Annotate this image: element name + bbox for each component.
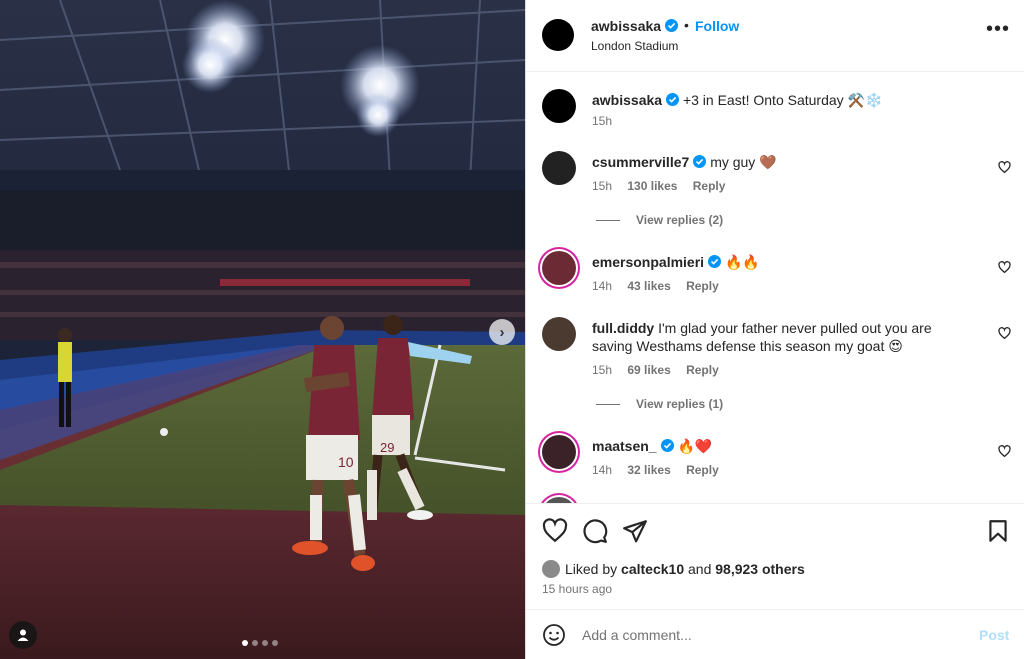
next-image-button[interactable]: › — [489, 319, 515, 345]
post-timestamp[interactable]: 15 hours ago — [542, 582, 612, 596]
reply-button[interactable]: Reply — [686, 363, 719, 377]
comment-likes[interactable]: 69 likes — [627, 363, 670, 377]
post-media[interactable]: 29 10 › — [0, 0, 525, 659]
comment-time: 15h — [592, 179, 613, 193]
view-replies-label: View replies (1) — [636, 397, 724, 411]
heart-icon[interactable] — [998, 445, 1011, 458]
user-tag-button[interactable] — [9, 621, 37, 649]
caption-username[interactable]: awbissaka — [592, 92, 662, 108]
author-avatar[interactable] — [542, 89, 576, 123]
post-comment-button[interactable]: Post — [979, 627, 1009, 643]
liker-username[interactable]: calteck10 — [621, 561, 684, 577]
comments-list[interactable]: awbissaka +3 in East! Onto Saturday ⚒️❄️… — [526, 73, 1024, 503]
commenter-avatar[interactable] — [542, 435, 576, 469]
comment-time: 14h — [592, 463, 613, 477]
caption-body: +3 in East! Onto Saturday ⚒️❄️ — [682, 92, 883, 108]
follow-button[interactable]: Follow — [695, 18, 739, 34]
more-options-icon[interactable]: ••• — [986, 19, 1010, 39]
carousel-dot — [272, 640, 278, 646]
comment-icon[interactable] — [582, 518, 608, 544]
liker-avatar[interactable] — [542, 560, 560, 578]
user-tag-icon — [17, 629, 29, 641]
svg-text:10: 10 — [338, 454, 354, 470]
view-replies-label: View replies (2) — [636, 213, 724, 227]
comment-input[interactable] — [582, 624, 962, 646]
verified-icon — [660, 439, 674, 452]
comment-time: 15h — [592, 363, 613, 377]
commenter-avatar[interactable] — [542, 251, 576, 285]
comment-text: full.diddy I'm glad your father never pu… — [592, 319, 972, 355]
comment-text: csummerville7 my guy 🤎 — [592, 153, 972, 171]
post-actions: Liked by calteck10 and 98,923 others 15 … — [526, 503, 1024, 609]
likes-others[interactable]: 98,923 others — [715, 561, 805, 577]
comment-body: my guy 🤎 — [710, 154, 777, 170]
comment-time: 14h — [592, 279, 613, 293]
verified-icon — [665, 19, 679, 32]
comment-meta: 15h 130 likes Reply — [592, 179, 737, 193]
reply-button[interactable]: Reply — [686, 279, 719, 293]
carousel-dot — [252, 640, 258, 646]
reply-button[interactable]: Reply — [686, 463, 719, 477]
share-icon[interactable] — [622, 518, 648, 544]
commenter-username[interactable]: full.diddy — [592, 320, 654, 336]
separator-dot: • — [684, 17, 689, 33]
caption-meta: 15h — [592, 114, 624, 128]
comment-body: 🔥❤️ — [677, 438, 713, 454]
post-sidebar: awbissaka • Follow London Stadium ••• aw… — [525, 0, 1024, 659]
heart-icon[interactable] — [998, 161, 1011, 174]
emoji-icon[interactable] — [542, 623, 566, 647]
divider — [596, 403, 620, 405]
reply-button[interactable]: Reply — [693, 179, 726, 193]
heart-icon[interactable] — [542, 518, 568, 544]
caption-text: awbissaka +3 in East! Onto Saturday ⚒️❄️ — [592, 91, 972, 109]
heart-icon[interactable] — [998, 261, 1011, 274]
comment-body: 🔥🔥 — [724, 254, 760, 270]
comment-likes[interactable]: 43 likes — [627, 279, 670, 293]
carousel-indicator — [242, 640, 278, 646]
comment-text: emersonpalmieri 🔥🔥 — [592, 253, 972, 271]
comment-likes[interactable]: 130 likes — [627, 179, 677, 193]
likes-conj: and — [688, 561, 712, 577]
carousel-dot — [242, 640, 248, 646]
view-replies-button[interactable]: View replies (2) — [596, 213, 723, 227]
comment-meta: 14h 43 likes Reply — [592, 279, 731, 293]
divider — [596, 219, 620, 221]
verified-icon — [666, 93, 680, 106]
likes-prefix: Liked by — [565, 561, 618, 577]
commenter-username[interactable]: emersonpalmieri — [592, 254, 704, 270]
post-photo: 29 10 — [0, 0, 525, 659]
commenter-avatar[interactable] — [542, 151, 576, 185]
chevron-right-icon: › — [499, 323, 505, 341]
comment-likes[interactable]: 32 likes — [627, 463, 670, 477]
svg-text:29: 29 — [380, 440, 394, 455]
add-comment-bar: Post — [526, 609, 1024, 659]
author-username[interactable]: awbissaka — [591, 18, 679, 34]
caption-time: 15h — [592, 114, 613, 128]
carousel-dot — [262, 640, 268, 646]
commenter-username[interactable]: maatsen_ — [592, 438, 657, 454]
commenter-avatar[interactable] — [542, 317, 576, 351]
comment-meta: 14h 32 likes Reply — [592, 463, 731, 477]
verified-icon — [708, 255, 722, 268]
likes-summary: Liked by calteck10 and 98,923 others — [542, 560, 805, 578]
verified-icon — [693, 155, 707, 168]
comment-text: maatsen_ 🔥❤️ — [592, 437, 972, 455]
post-location[interactable]: London Stadium — [591, 39, 678, 53]
bookmark-icon[interactable] — [985, 518, 1011, 544]
heart-icon[interactable] — [998, 327, 1011, 340]
comment-meta: 15h 69 likes Reply — [592, 363, 731, 377]
commenter-username[interactable]: csummerville7 — [592, 154, 689, 170]
view-replies-button[interactable]: View replies (1) — [596, 397, 723, 411]
author-avatar[interactable] — [542, 19, 574, 51]
post-header: awbissaka • Follow London Stadium ••• — [526, 0, 1024, 72]
